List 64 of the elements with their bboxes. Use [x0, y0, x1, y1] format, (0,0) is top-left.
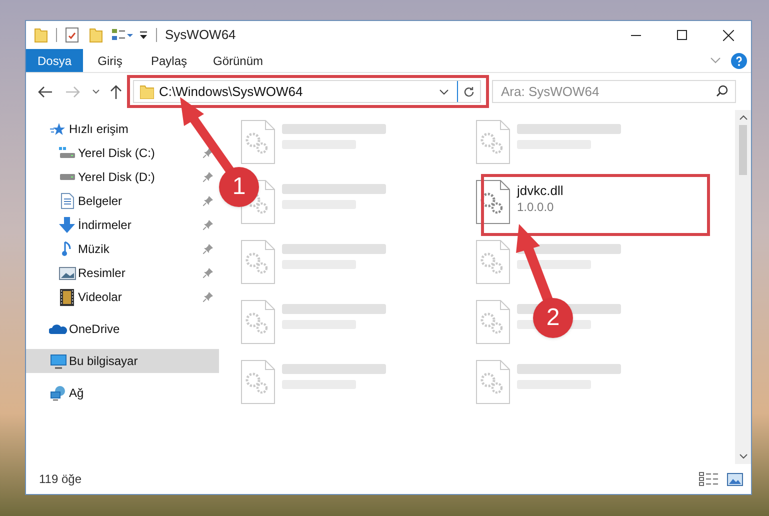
chevron-down-icon[interactable] [439, 88, 449, 94]
minimize-icon [631, 34, 641, 36]
pin-icon[interactable] [203, 244, 213, 254]
help-icon[interactable] [731, 52, 747, 68]
drive-icon [58, 147, 76, 159]
scroll-up-icon[interactable] [738, 115, 748, 120]
ribbon-tab[interactable]: Dosya [26, 49, 83, 72]
maximize-icon [677, 30, 687, 40]
cloud-icon [49, 323, 67, 335]
download-arrow-icon [59, 217, 75, 233]
address-bar[interactable]: C:\Windows\SysWOW64 [133, 80, 481, 103]
ribbon-tab[interactable]: Giriş [83, 49, 137, 72]
music-note-icon [62, 241, 72, 257]
close-icon [722, 30, 734, 40]
search-icon [716, 85, 728, 97]
sidebar-item[interactable]: Resimler [26, 261, 219, 285]
file-name: jdvkc.dll [517, 182, 564, 199]
window-title: SysWOW64 [165, 26, 236, 44]
document-icon [60, 193, 74, 209]
item-count: 119 öğe [39, 471, 82, 488]
star-icon [50, 122, 66, 136]
address-path: C:\Windows\SysWOW64 [159, 82, 303, 101]
sidebar-item[interactable]: Hızlı erişim [26, 117, 219, 141]
details-view-icon[interactable] [699, 472, 719, 486]
pin-icon[interactable] [203, 148, 213, 158]
monitor-icon [50, 354, 66, 368]
picture-icon [58, 266, 76, 280]
file-detail: 1.0.0.0 [517, 199, 555, 216]
search-field[interactable]: Ara: SysWOW64 [492, 80, 736, 103]
sidebar-item[interactable]: Videolar [26, 285, 219, 309]
chevron-down-icon[interactable] [92, 89, 100, 94]
network-icon [50, 385, 66, 401]
checklist-icon[interactable] [65, 27, 79, 43]
refresh-icon[interactable] [463, 86, 475, 98]
properties-icon[interactable] [111, 28, 133, 42]
forward-arrow-icon[interactable] [66, 86, 80, 98]
pin-icon[interactable] [203, 220, 213, 230]
folder-icon[interactable] [34, 27, 48, 43]
sidebar-item[interactable]: Ağ [26, 381, 219, 405]
sidebar-item[interactable]: OneDrive [26, 317, 219, 341]
film-icon [60, 288, 74, 306]
scrollbar-thumb[interactable] [739, 125, 747, 175]
sidebar-item[interactable]: Yerel Disk (C:) [26, 141, 219, 165]
scrollbar[interactable] [735, 110, 751, 464]
ribbon-tab[interactable]: Görünüm [201, 49, 275, 72]
pin-icon[interactable] [203, 172, 213, 182]
back-arrow-icon[interactable] [38, 86, 52, 98]
sidebar-item[interactable]: Bu bilgisayar [26, 349, 219, 373]
sidebar-item[interactable]: İndirmeler [26, 213, 219, 237]
pin-icon[interactable] [203, 196, 213, 206]
sidebar-item[interactable]: Yerel Disk (D:) [26, 165, 219, 189]
ribbon-tab[interactable]: Paylaş [137, 49, 201, 72]
scroll-down-icon[interactable] [738, 454, 748, 459]
folder-icon[interactable] [89, 27, 103, 43]
large-icons-view-icon[interactable] [727, 472, 743, 486]
up-arrow-icon[interactable] [110, 84, 122, 98]
pin-icon[interactable] [203, 292, 213, 302]
folder-icon [140, 84, 154, 98]
drive-icon [58, 173, 76, 181]
sidebar-item[interactable]: Belgeler [26, 189, 219, 213]
gear-file-icon[interactable] [476, 180, 510, 224]
pin-icon[interactable] [203, 268, 213, 278]
sidebar-item[interactable]: Müzik [26, 237, 219, 261]
dropdown-icon[interactable] [139, 30, 148, 40]
